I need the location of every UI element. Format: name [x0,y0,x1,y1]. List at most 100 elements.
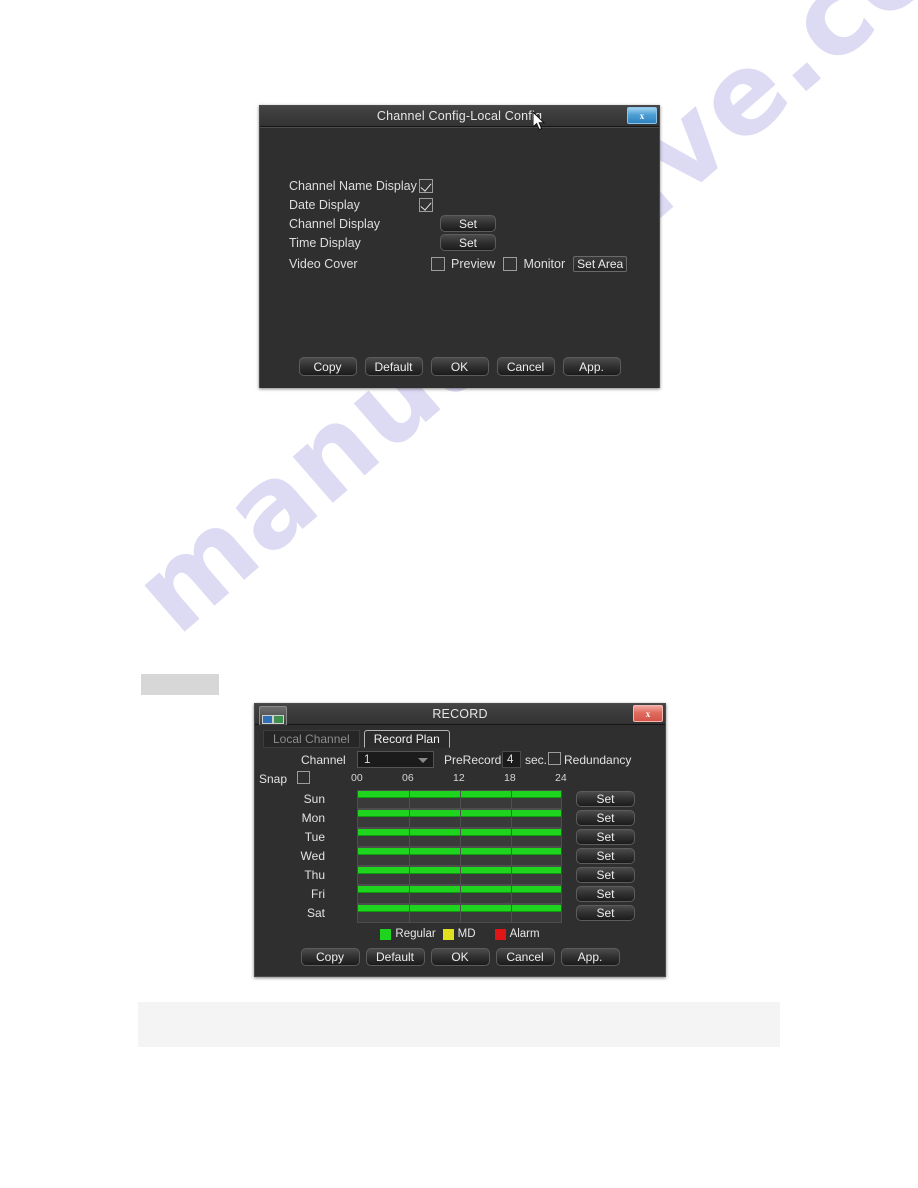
hour-tick-18: 18 [504,772,516,784]
hour-tick-24: 24 [555,772,567,784]
channel-config-dialog: Channel Config-Local Config x Channel Na… [259,105,660,388]
row-video-cover: Video Cover Preview Monitor Set Area [289,254,628,273]
row-channel-display: Channel Display Set [289,214,496,233]
default-button[interactable]: Default [365,948,425,966]
channel-config-titlebar: Channel Config-Local Config x [260,106,659,127]
schedule-gridline [460,848,461,865]
checkbox-redundancy[interactable] [548,752,561,765]
set-area-button[interactable]: Set Area [573,255,628,272]
schedule-row[interactable] [357,885,562,904]
label-video-cover-preview: Preview [451,256,496,271]
tab-local-channel[interactable]: Local Channel [263,730,360,748]
legend-label-regular: Regular [395,928,436,940]
checkbox-date-display[interactable] [419,197,433,212]
legend-item-regular: Regular [380,928,436,940]
caption-placeholder-box [141,674,219,695]
copy-button[interactable]: Copy [298,357,357,376]
schedule-gridline [511,791,512,808]
row-channel-name-display: Channel Name Display [289,176,433,195]
record-body: Local Channel Record Plan Channel 1 PreR… [255,725,665,976]
checkbox-video-cover-monitor[interactable] [503,256,518,271]
cancel-button[interactable]: Cancel [495,948,555,966]
checkbox-channel-name-display[interactable] [419,178,433,193]
record-tabstrip: Local Channel Record Plan [263,729,450,748]
schedule-gridline [511,810,512,827]
label-channel-display: Channel Display [289,216,381,231]
schedule-gridline [460,810,461,827]
record-titlebar: RECORD x [255,704,665,726]
record-title: RECORD [432,707,488,721]
tab-record-plan[interactable]: Record Plan [363,730,450,748]
schedule-row[interactable] [357,904,562,923]
ok-button[interactable]: OK [430,357,489,376]
day-label-tue: Tue [304,830,325,844]
schedule-set-button-mon[interactable]: Set [576,810,635,826]
schedule-gridline [460,905,461,922]
schedule-row[interactable] [357,790,562,809]
schedule-gridline [511,848,512,865]
schedule-row[interactable] [357,809,562,828]
channel-display-set-button[interactable]: Set [440,215,496,232]
day-label-wed: Wed [300,849,325,863]
day-label-sat: Sat [306,906,325,920]
legend-item-md: MD [442,928,476,940]
schedule-gridline [409,848,410,865]
legend-swatch-regular [380,928,392,940]
legend-label-alarm: Alarm [509,928,540,940]
time-display-set-button[interactable]: Set [440,234,496,251]
schedule-gridline [460,867,461,884]
schedule-gridline [511,886,512,903]
legend-label-md: MD [457,928,476,940]
prerecord-input[interactable]: 4 [502,751,521,768]
day-label-fri: Fri [311,887,325,901]
label-date-display: Date Display [289,197,360,212]
day-label-mon: Mon [301,811,325,825]
channel-config-title: Channel Config-Local Config [376,109,543,123]
channel-config-body: Channel Name Display Date Display Channe… [260,127,659,388]
day-label-sun: Sun [303,792,325,806]
checkbox-snap[interactable] [297,771,310,784]
apply-button[interactable]: App. [562,357,621,376]
schedule-gridline [511,905,512,922]
schedule-set-button-sun[interactable]: Set [576,791,635,807]
channel-config-footer: Copy Default OK Cancel App. [260,357,659,376]
record-monitor-icon [259,706,287,726]
schedule-gridline [409,886,410,903]
note-placeholder-box [138,1002,780,1047]
schedule-set-button-tue[interactable]: Set [576,829,635,845]
label-time-display: Time Display [289,235,361,250]
schedule-row[interactable] [357,828,562,847]
schedule-set-button-wed[interactable]: Set [576,848,635,864]
schedule-gridline [409,867,410,884]
cancel-button[interactable]: Cancel [496,357,555,376]
label-sec: sec. [525,753,548,767]
channel-select[interactable]: 1 [357,751,434,768]
schedule-set-button-thu[interactable]: Set [576,867,635,883]
label-snap: Snap [259,772,288,786]
schedule-set-button-sat[interactable]: Set [576,905,635,921]
checkbox-video-cover-preview[interactable] [431,256,445,271]
default-button[interactable]: Default [364,357,423,376]
label-channel: Channel [301,753,346,767]
apply-button[interactable]: App. [560,948,620,966]
label-video-cover-monitor: Monitor [523,256,566,271]
schedule-gridline [460,829,461,846]
schedule-gridline [409,810,410,827]
label-channel-name-display: Channel Name Display [289,178,417,193]
day-label-thu: Thu [304,868,325,882]
schedule-row[interactable] [357,847,562,866]
ok-button[interactable]: OK [430,948,490,966]
label-video-cover: Video Cover [289,256,358,271]
label-prerecord: PreRecord [444,753,502,767]
schedule-set-button-fri[interactable]: Set [576,886,635,902]
copy-button[interactable]: Copy [300,948,360,966]
schedule-gridline [409,829,410,846]
schedule-gridline [511,829,512,846]
schedule-row[interactable] [357,866,562,885]
schedule-gridline [409,791,410,808]
schedule-gridline [460,886,461,903]
close-icon[interactable]: x [627,107,657,124]
schedule-gridline [409,905,410,922]
schedule-gridline [511,867,512,884]
close-icon[interactable]: x [633,705,663,722]
